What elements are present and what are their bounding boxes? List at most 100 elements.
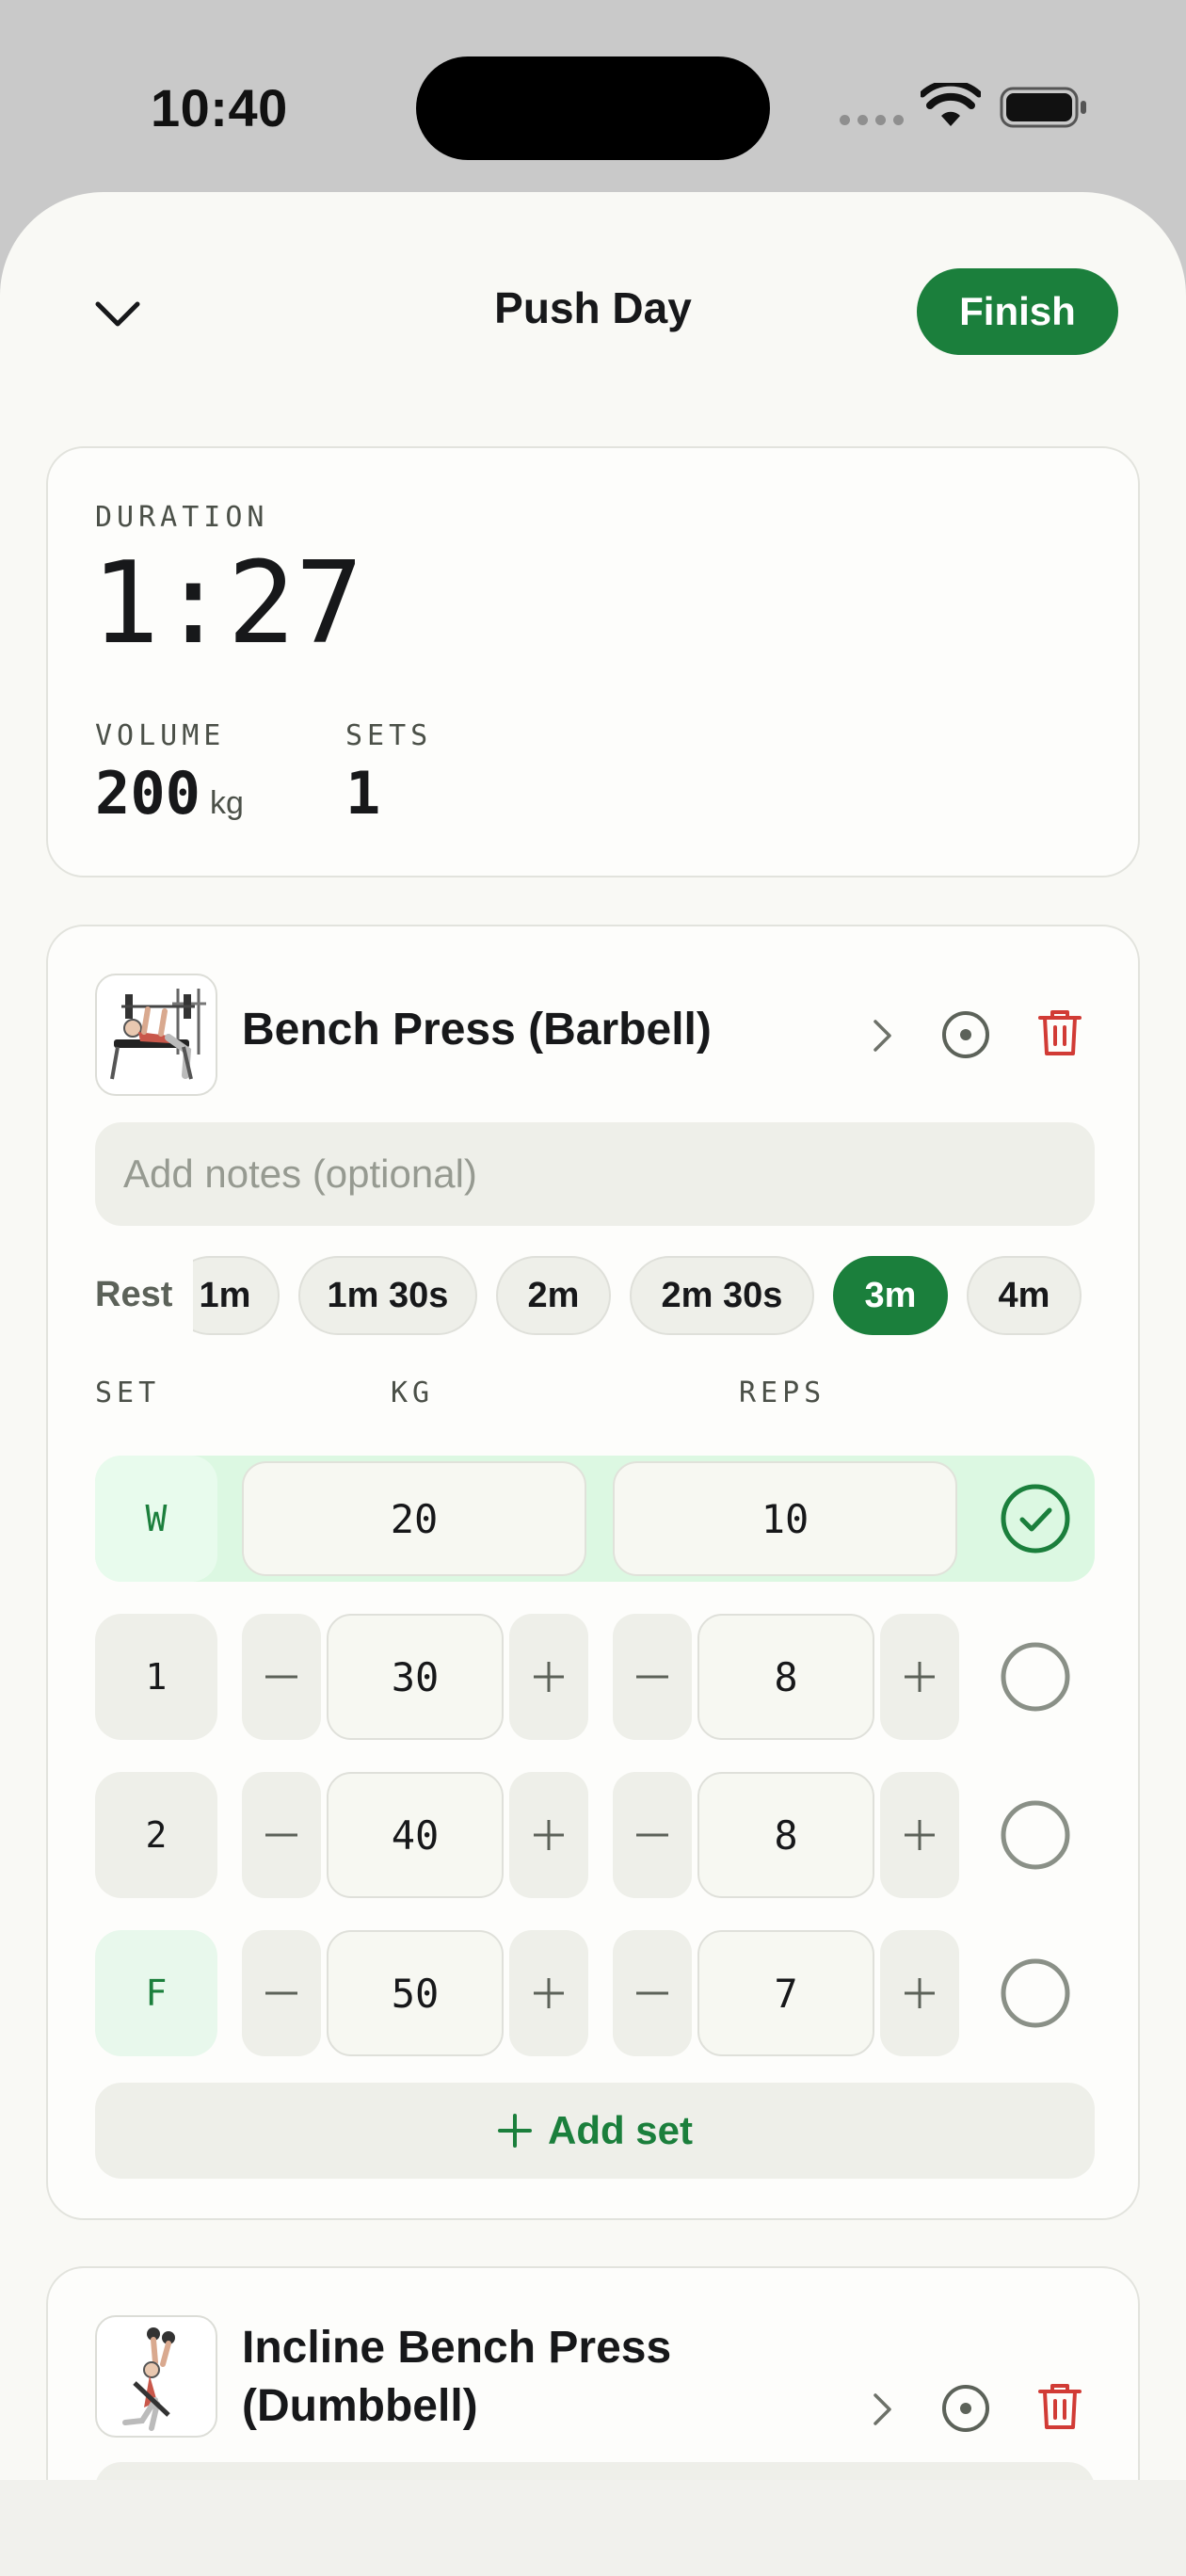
rest-chip-3m[interactable]: 3m [833,1256,948,1335]
plus-icon [534,1820,564,1850]
column-reps: REPS [739,1377,826,1409]
sets-label: SETS [345,719,433,752]
wifi-icon [921,83,981,126]
rest-chip-1m[interactable]: 1m [193,1256,280,1335]
cellular-signal-icon [840,115,904,125]
plus-icon [497,2114,532,2148]
check-circle-icon[interactable] [999,1482,1072,1555]
rest-timer-button[interactable] [933,2375,999,2441]
delete-exercise-button[interactable] [1027,1000,1093,1066]
reps-field[interactable]: 8 [697,1614,874,1740]
bench-press-illustration [110,989,206,1080]
weight-decrement-button[interactable] [242,1772,321,1898]
incline-press-illustration [122,2327,175,2431]
set-row: 2 40 8 [95,1772,1095,1898]
plus-icon [534,1978,564,2008]
status-bar: 10:40 [0,0,1186,198]
exercise-name[interactable]: Bench Press (Barbell) [242,1004,712,1055]
plus-icon [534,1662,564,1692]
minus-icon [265,1991,297,1995]
column-set: SET [95,1377,161,1409]
empty-circle-icon[interactable] [999,1956,1072,2030]
reps-increment-button[interactable] [880,1614,959,1740]
chevron-right-icon [873,2393,891,2425]
timer-icon [942,2385,989,2432]
rest-chip-2m30s[interactable]: 2m 30s [630,1256,814,1335]
volume-number: 200 [95,759,200,828]
volume-value: 200 kg [95,759,244,828]
exercise-card: Bench Press (Barbell) Rest 1m [46,925,1140,2220]
trash-icon [1038,2384,1082,2429]
delete-exercise-button[interactable] [1027,2374,1093,2439]
weight-field[interactable]: 40 [327,1772,504,1898]
reps-field[interactable]: 10 [613,1461,957,1576]
set-number-badge[interactable]: 1 [95,1614,217,1740]
exercise-name-line: Incline Bench Press [242,2323,672,2373]
weight-decrement-button[interactable] [242,1614,321,1740]
weight-decrement-button[interactable] [242,1930,321,2056]
exercise-thumbnail[interactable] [95,2315,217,2438]
rest-chip-1m30s[interactable]: 1m 30s [298,1256,477,1335]
weight-field[interactable]: 20 [242,1461,586,1576]
minus-icon [636,1833,668,1837]
column-kg: KG [391,1377,435,1409]
weight-increment-button[interactable] [509,1930,588,2056]
minus-icon [636,1991,668,1995]
rest-timer-button[interactable] [933,1002,999,1068]
exercise-thumbnail[interactable] [95,974,217,1096]
status-time: 10:40 [151,78,288,137]
exercise-detail-button[interactable] [854,1007,910,1064]
rest-chip-2m[interactable]: 2m [496,1256,611,1335]
rest-chip-4m[interactable]: 4m [967,1256,1082,1335]
plus-icon [905,1978,935,2008]
set-type-badge[interactable]: F [95,1930,217,2056]
weight-field[interactable]: 30 [327,1614,504,1740]
duration-label: DURATION [95,501,269,534]
minus-icon [265,1675,297,1679]
set-row: F 50 7 [95,1930,1095,2056]
bottom-safe-area [0,2480,1186,2576]
reps-decrement-button[interactable] [613,1772,692,1898]
exercise-name-line: (Dumbbell) [242,2381,478,2431]
empty-circle-icon[interactable] [999,1798,1072,1872]
duration-value: 1:27 [91,539,363,669]
timer-icon [942,1011,989,1058]
volume-label: VOLUME [95,719,226,752]
sets-value: 1 [345,759,381,828]
workout-summary-card: DURATION 1:27 VOLUME SETS 200 kg 1 [46,446,1140,877]
set-row: W 20 10 [95,1456,1095,1582]
rest-label: Rest [95,1275,173,1314]
dynamic-island [416,56,770,160]
notes-input[interactable] [95,2462,1095,2480]
notes-input[interactable] [95,1122,1095,1226]
reps-field[interactable]: 7 [697,1930,874,2056]
add-set-button[interactable]: Add set [95,2083,1095,2179]
exercise-name[interactable]: Incline Bench Press (Dumbbell) [242,2319,671,2436]
weight-increment-button[interactable] [509,1772,588,1898]
weight-increment-button[interactable] [509,1614,588,1740]
minus-icon [265,1833,297,1837]
plus-icon [905,1662,935,1692]
set-number-badge[interactable]: 2 [95,1772,217,1898]
reps-field[interactable]: 8 [697,1772,874,1898]
minus-icon [636,1675,668,1679]
reps-increment-button[interactable] [880,1930,959,2056]
weight-field[interactable]: 50 [327,1930,504,2056]
set-table-header: SET KG REPS [95,1377,1095,1414]
rest-chip-scroller[interactable]: 1m 1m 30s 2m 2m 30s 3m 4m [193,1256,1095,1335]
set-type-badge[interactable]: W [95,1456,217,1582]
reps-decrement-button[interactable] [613,1930,692,2056]
plus-icon [905,1820,935,1850]
finish-button[interactable]: Finish [917,268,1118,355]
workout-sheet: Push Day Finish DURATION 1:27 VOLUME SET… [0,192,1186,2480]
set-row: 1 30 8 [95,1614,1095,1740]
reps-increment-button[interactable] [880,1772,959,1898]
reps-decrement-button[interactable] [613,1614,692,1740]
exercise-detail-button[interactable] [854,2381,910,2438]
header: Push Day Finish [0,192,1186,418]
rest-selector: Rest 1m 1m 30s 2m 2m 30s 3m 4m [95,1256,1095,1335]
empty-circle-icon[interactable] [999,1640,1072,1714]
exercise-card: Incline Bench Press (Dumbbell) [46,2266,1140,2480]
trash-icon [1038,1010,1082,1055]
volume-unit: kg [209,785,244,821]
